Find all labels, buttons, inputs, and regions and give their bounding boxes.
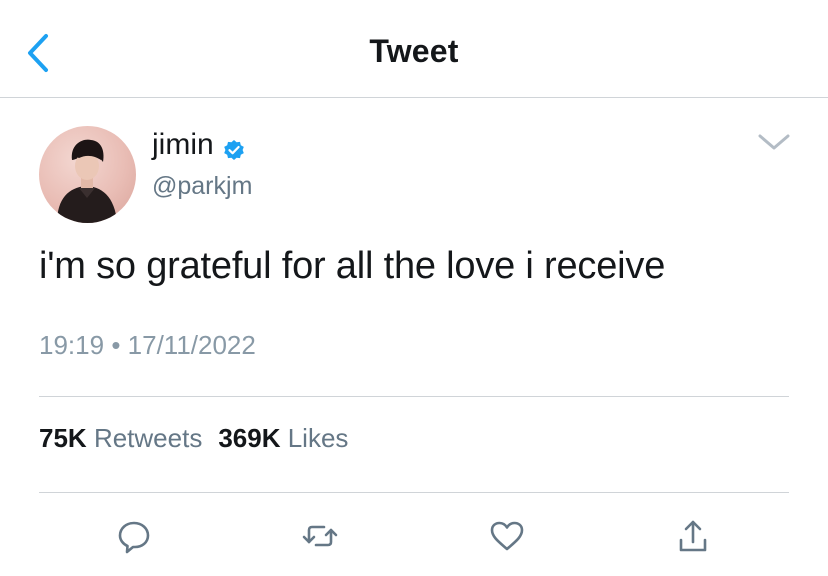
tweet-stats: 75K Retweets 369K Likes <box>39 423 348 454</box>
retweets-stat[interactable]: 75K Retweets <box>39 423 202 453</box>
like-button[interactable] <box>487 516 527 556</box>
author-name[interactable]: jimin <box>152 128 214 162</box>
divider <box>39 396 789 397</box>
tweet-date: 17/11/2022 <box>127 330 256 360</box>
tweet-options-button[interactable] <box>757 131 791 153</box>
meta-separator: • <box>111 330 121 360</box>
tweet-time: 19:19 <box>39 330 105 360</box>
page-title: Tweet <box>369 33 459 69</box>
retweets-label: Retweets <box>93 423 203 453</box>
tweet-timestamp: 19:19 • 17/11/2022 <box>39 330 256 361</box>
likes-label: Likes <box>287 423 349 453</box>
heart-icon <box>490 521 524 551</box>
top-bar: Tweet <box>0 0 828 98</box>
share-button[interactable] <box>673 516 713 556</box>
likes-count: 369K <box>218 423 281 453</box>
verified-badge-icon <box>223 139 245 161</box>
retweet-icon <box>302 525 338 547</box>
tweet-text: i'm so grateful for all the love i recei… <box>39 245 666 287</box>
profile-photo <box>57 139 117 223</box>
likes-stat[interactable]: 369K Likes <box>218 423 348 453</box>
comment-icon <box>118 521 150 554</box>
retweet-button[interactable] <box>300 516 340 556</box>
reply-button[interactable] <box>114 516 154 556</box>
divider <box>39 492 789 493</box>
share-icon <box>679 520 707 552</box>
retweets-count: 75K <box>39 423 87 453</box>
chevron-down-icon <box>758 134 790 150</box>
author-handle[interactable]: @parkjm <box>152 172 252 201</box>
avatar[interactable] <box>39 126 136 223</box>
